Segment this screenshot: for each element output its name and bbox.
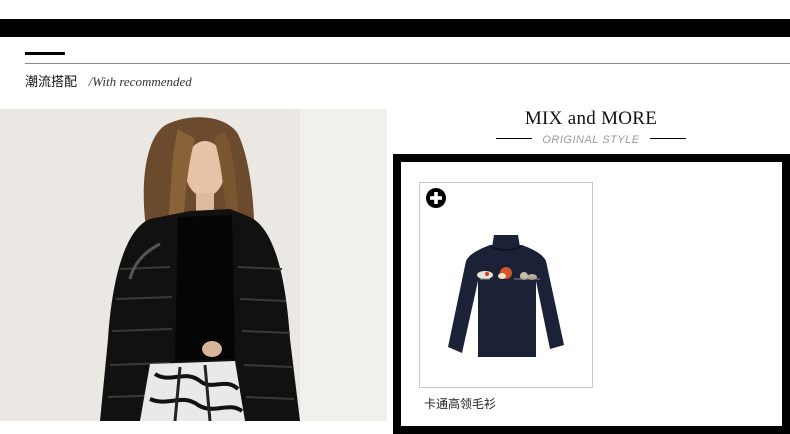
plus-circle-icon[interactable] [426, 188, 446, 208]
section-title-zh: 潮流搭配 [25, 75, 78, 90]
mix-title: MIX and MORE [524, 108, 658, 129]
product-name[interactable]: 卡通高领毛衫 [424, 395, 496, 412]
section-accent-dash [25, 52, 65, 55]
section-title: 潮流搭配 /With recommended [25, 71, 192, 90]
subtitle-line-left [496, 138, 532, 139]
section-divider [25, 63, 790, 64]
mix-subtitle: ORIGINAL STYLE [542, 134, 640, 146]
mix-subtitle-row: ORIGINAL STYLE [496, 130, 686, 146]
section-title-en: /With recommended [88, 74, 192, 89]
subtitle-line-right [650, 138, 686, 139]
mix-and-more-heading: MIX and MORE ORIGINAL STYLE [496, 108, 686, 146]
sweater-image[interactable] [440, 221, 572, 361]
top-banner-bar [0, 19, 790, 37]
product-card[interactable] [419, 182, 593, 388]
model-photo [0, 109, 387, 421]
